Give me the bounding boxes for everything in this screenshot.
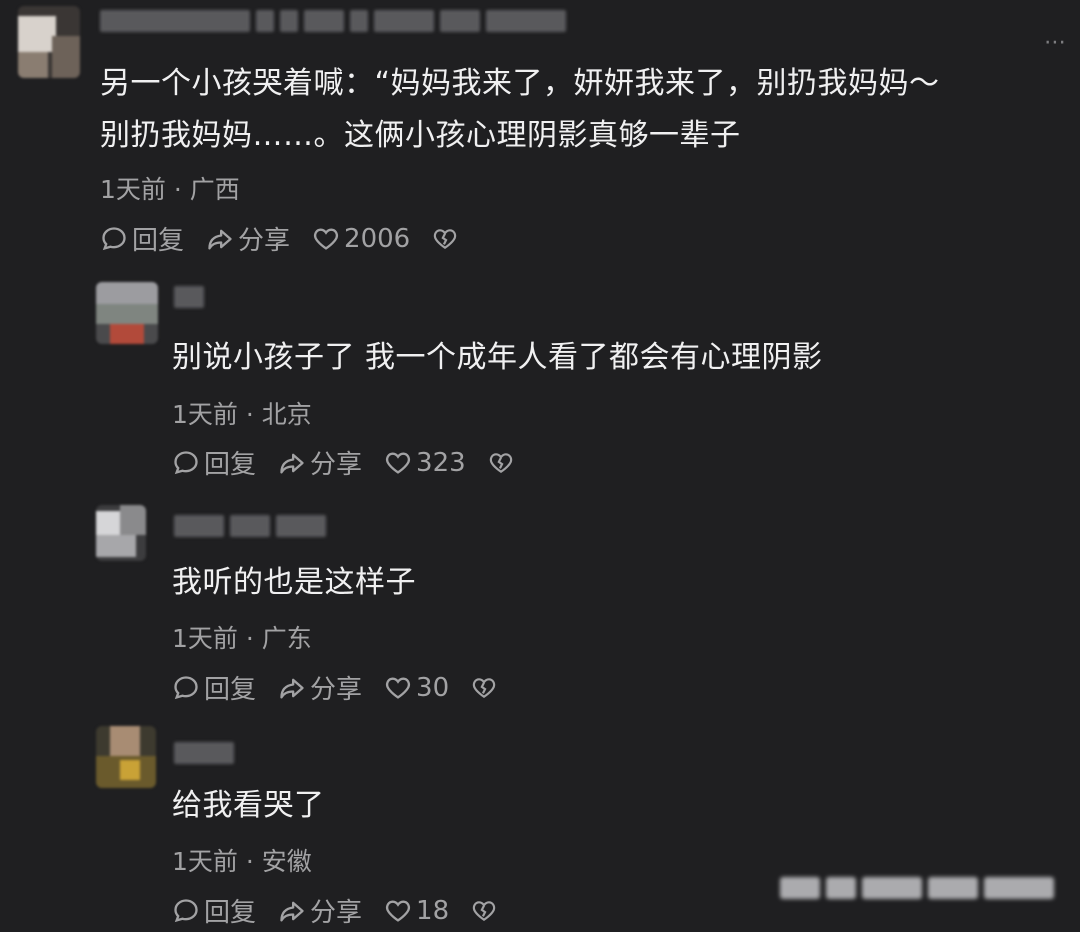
reply-button[interactable]: 回复 (172, 892, 256, 929)
like-button[interactable]: 30 (384, 673, 449, 703)
comment-item: 别说小孩子了 我一个成年人看了都会有心理阴影 1天前 · 北京 回复 分享 32… (0, 280, 1080, 500)
broken-heart-icon (472, 677, 496, 698)
dislike-button[interactable] (471, 675, 501, 701)
broken-heart-icon (472, 900, 496, 921)
dislike-button[interactable] (488, 450, 518, 476)
comment-item: 我听的也是这样子 1天前 · 广东 回复 分享 30 (0, 505, 1080, 725)
comment-text: 另一个小孩哭着喊：“妈妈我来了，妍妍我来了，别扔我妈妈～ 别扔我妈妈……。这俩小… (100, 66, 940, 153)
comment-actions: 回复 分享 323 (172, 444, 540, 481)
broken-heart-icon (434, 228, 457, 249)
comment-text: 我听的也是这样子 (172, 565, 416, 600)
speech-bubble-icon (174, 450, 198, 474)
share-label: 分享 (310, 675, 363, 705)
reply-label: 回复 (204, 450, 257, 480)
username[interactable] (100, 10, 566, 32)
avatar[interactable] (96, 282, 158, 344)
comment-actions: 回复 分享 18 (172, 892, 523, 929)
comment-meta: 1天前 · 北京 (172, 400, 312, 429)
dislike-button[interactable] (432, 226, 462, 252)
username[interactable] (174, 742, 234, 764)
share-arrow-icon (280, 678, 304, 698)
reply-button[interactable]: 回复 (100, 220, 184, 257)
more-dots-icon[interactable]: ⋯ (1044, 30, 1068, 55)
comment-meta: 1天前 · 安徽 (172, 847, 312, 876)
comment-text: 给我看哭了 (172, 788, 325, 823)
comment-meta: 1天前 · 广东 (172, 624, 312, 653)
like-count: 30 (416, 672, 450, 703)
like-count: 323 (416, 447, 466, 478)
heart-icon (386, 899, 411, 922)
avatar[interactable] (18, 6, 80, 78)
reply-label: 回复 (132, 226, 185, 256)
comment-actions: 回复 分享 30 (172, 669, 523, 706)
reply-label: 回复 (204, 675, 257, 705)
avatar[interactable] (96, 726, 156, 788)
reply-button[interactable]: 回复 (172, 444, 256, 481)
watermark (780, 868, 1060, 908)
broken-heart-icon (489, 452, 512, 473)
speech-bubble-icon (174, 898, 198, 922)
share-button[interactable]: 分享 (278, 444, 362, 481)
heart-icon (386, 451, 411, 474)
comment-actions: 回复 分享 2006 (100, 220, 484, 257)
speech-bubble-icon (174, 675, 198, 699)
dislike-button[interactable] (471, 898, 501, 924)
username[interactable] (174, 286, 204, 308)
like-count: 2006 (344, 223, 411, 254)
like-count: 18 (416, 895, 450, 926)
comment-meta: 1天前 · 广西 (100, 175, 240, 204)
share-button[interactable]: 分享 (278, 892, 362, 929)
comment-text: 别说小孩子了 我一个成年人看了都会有心理阴影 (172, 340, 823, 375)
share-arrow-icon (280, 901, 304, 921)
comment-item: ⋯ 另一个小孩哭着喊：“妈妈我来了，妍妍我来了，别扔我妈妈～ 别扔我妈妈……。这… (0, 0, 1080, 270)
like-button[interactable]: 323 (384, 448, 466, 478)
like-button[interactable]: 18 (384, 896, 449, 926)
speech-bubble-icon (102, 226, 126, 250)
username[interactable] (174, 515, 326, 537)
share-label: 分享 (310, 450, 363, 480)
avatar[interactable] (96, 505, 146, 561)
share-arrow-icon (280, 453, 304, 473)
share-label: 分享 (310, 898, 363, 928)
share-label: 分享 (238, 226, 291, 256)
share-arrow-icon (208, 229, 232, 249)
reply-button[interactable]: 回复 (172, 669, 256, 706)
heart-icon (314, 227, 339, 250)
share-button[interactable]: 分享 (206, 220, 290, 257)
reply-label: 回复 (204, 898, 257, 928)
like-button[interactable]: 2006 (312, 224, 410, 254)
heart-icon (386, 676, 411, 699)
share-button[interactable]: 分享 (278, 669, 362, 706)
